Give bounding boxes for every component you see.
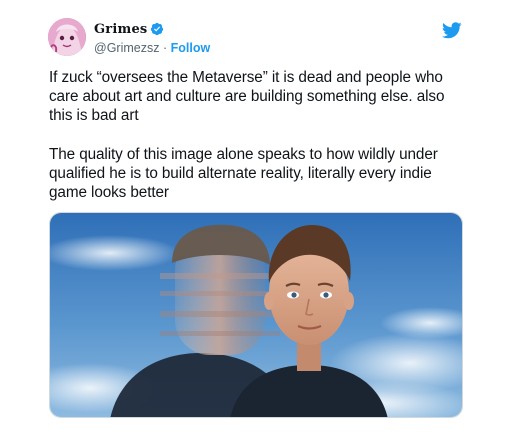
handle-row: @Grimezsz · Follow <box>94 40 210 56</box>
follow-button[interactable]: Follow <box>171 41 211 55</box>
author-display-name[interactable]: Grimes <box>94 22 147 37</box>
twitter-bird-icon[interactable] <box>442 22 462 39</box>
separator-dot: · <box>162 41 168 55</box>
tweet-card: Grimes @Grimezsz · Follow If zuck “overs… <box>0 0 515 437</box>
author-names: Grimes @Grimezsz · Follow <box>94 20 210 56</box>
tweet-text-paragraph-2: The quality of this image alone speaks t… <box>49 146 438 201</box>
tweet-header: Grimes @Grimezsz · Follow <box>48 18 468 62</box>
tweet-media-image[interactable] <box>49 212 463 418</box>
avatar[interactable] <box>48 18 86 56</box>
verified-badge-icon <box>151 22 164 36</box>
author-handle[interactable]: @Grimezsz <box>94 41 159 55</box>
tweet-text-paragraph-1: If zuck “oversees the Metaverse” it is d… <box>49 69 445 124</box>
